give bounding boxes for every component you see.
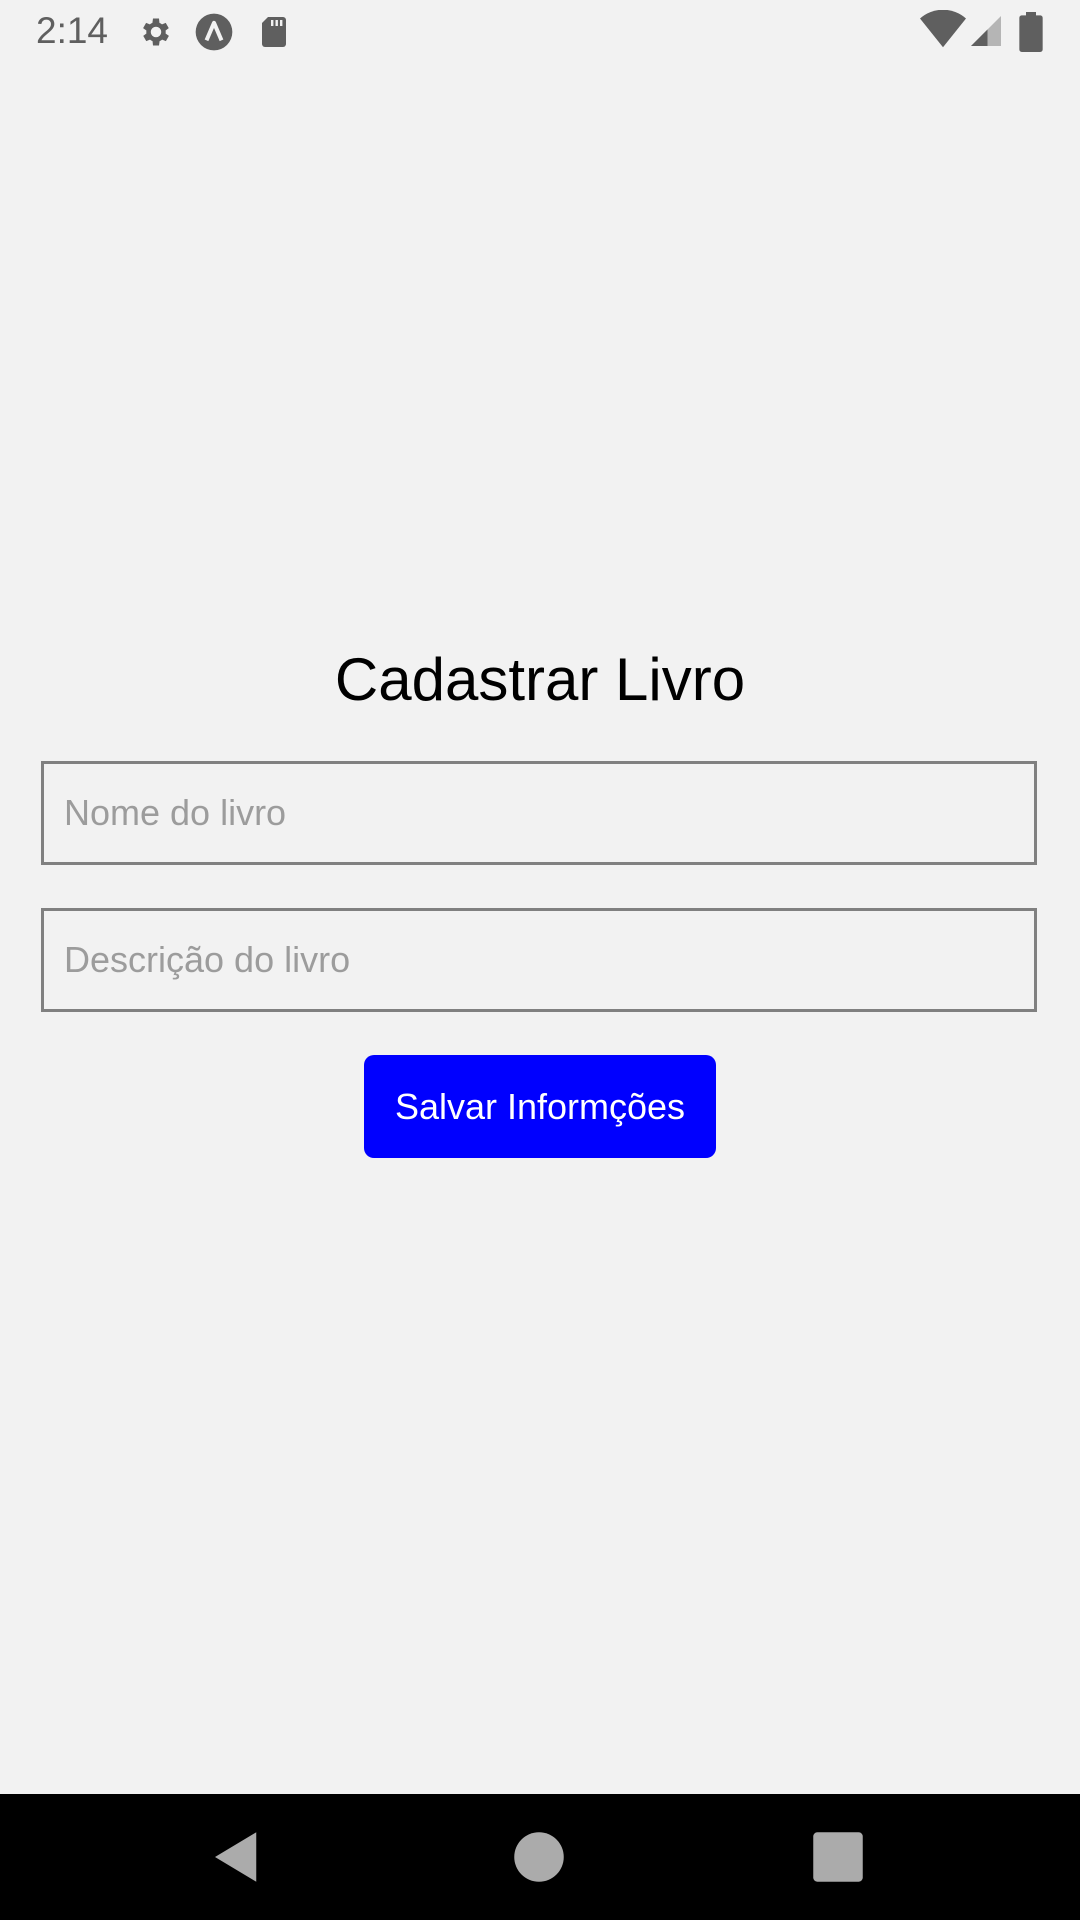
app-screen: 2:14 Cadastrar Livro Salvar In xyxy=(0,0,1080,1920)
a-circle-icon xyxy=(195,13,233,51)
navigation-bar xyxy=(0,1794,1080,1920)
book-name-input[interactable] xyxy=(41,761,1037,865)
save-button[interactable]: Salvar Informções xyxy=(364,1055,716,1158)
battery-icon xyxy=(1019,12,1043,52)
page-title: Cadastrar Livro xyxy=(334,646,746,713)
back-icon[interactable] xyxy=(204,1824,270,1890)
sd-card-icon xyxy=(262,17,286,47)
wifi-icon xyxy=(920,10,966,48)
recents-icon[interactable] xyxy=(805,1824,871,1890)
book-description-input[interactable] xyxy=(41,908,1037,1012)
signal-icon xyxy=(971,16,1001,46)
status-time: 2:14 xyxy=(36,10,109,51)
home-icon[interactable] xyxy=(506,1824,572,1890)
gear-icon xyxy=(143,18,169,46)
status-bar: 2:14 xyxy=(0,0,1080,64)
